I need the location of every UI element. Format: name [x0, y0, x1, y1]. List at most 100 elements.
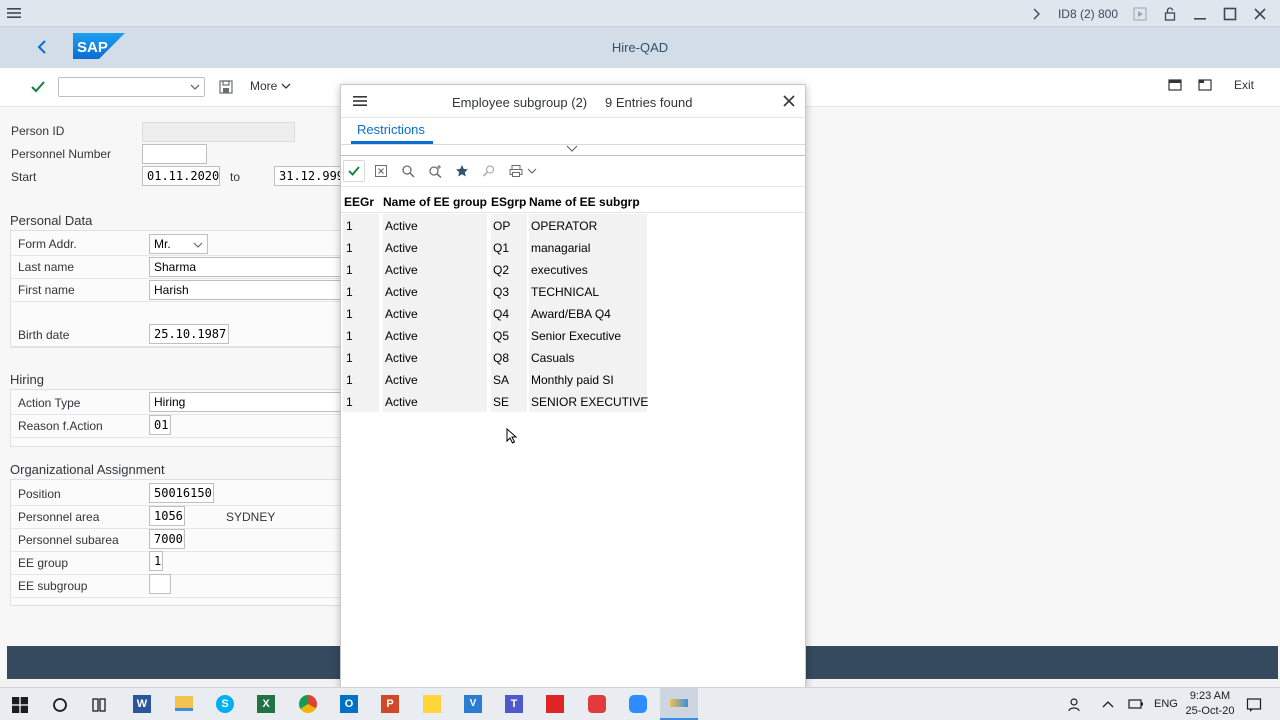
personnel-number-label: Personnel Number [11, 147, 112, 161]
cell-ee-subgrp-name: managarial [531, 241, 591, 255]
table-row[interactable]: 1 Active Q2 executives [341, 258, 805, 280]
maximize-icon[interactable] [1222, 6, 1238, 22]
hamburger-menu-icon[interactable] [353, 95, 367, 107]
unlock-icon[interactable] [1162, 6, 1178, 22]
acrobat-app-icon[interactable] [546, 695, 564, 713]
people-icon[interactable] [1068, 697, 1084, 713]
command-field[interactable] [58, 77, 205, 97]
notifications-icon[interactable] [1246, 697, 1262, 713]
close-window-icon[interactable] [1252, 6, 1268, 22]
personnel-area-label: Personnel area [18, 510, 100, 524]
battery-icon[interactable] [1128, 698, 1144, 710]
last-name-field[interactable]: Sharma [149, 257, 340, 277]
more-button[interactable]: More [250, 79, 291, 93]
reason-row: Reason f.Action [10, 415, 340, 438]
outlook-app-icon[interactable]: O [340, 695, 358, 713]
language-indicator[interactable]: ENG [1154, 698, 1178, 710]
cell-eegr: 1 [346, 263, 353, 277]
clock-date[interactable]: 25-Oct-20 [1184, 705, 1236, 717]
play-icon[interactable] [1132, 6, 1148, 22]
visio-app-icon[interactable]: V [464, 695, 482, 713]
column-header-esgrp[interactable]: ESgrp [491, 195, 526, 209]
column-header-ee-group-name[interactable]: Name of EE group [383, 195, 487, 209]
birth-date-field[interactable]: 25.10.1987 [149, 324, 229, 344]
ee-subgroup-field[interactable] [149, 574, 171, 594]
find-next-icon[interactable] [478, 160, 500, 182]
favorites-star-icon[interactable] [451, 160, 473, 182]
personal-data-title: Personal Data [10, 213, 93, 228]
chevron-down-icon[interactable] [566, 145, 578, 153]
cortana-search-icon[interactable] [52, 697, 68, 713]
cell-ee-group-name: Active [385, 307, 418, 321]
ee-group-field[interactable]: 1 [149, 551, 163, 571]
exit-button[interactable]: Exit [1234, 78, 1254, 92]
search-more-icon[interactable] [424, 160, 446, 182]
dialog-toolbar [341, 156, 805, 187]
zoom-app-icon[interactable] [629, 695, 647, 713]
personnel-area-field[interactable]: 1056 [149, 506, 185, 526]
skype-app-icon[interactable]: S [216, 695, 234, 713]
close-icon[interactable] [783, 95, 795, 107]
cell-esgrp: OP [493, 219, 511, 233]
cell-ee-group-name: Active [385, 395, 418, 409]
end-date-field[interactable]: 31.12.999 [274, 166, 340, 186]
customize-layout-icon[interactable] [1198, 78, 1212, 92]
personnel-number-field[interactable] [142, 144, 207, 164]
excel-app-icon[interactable]: X [257, 695, 275, 713]
new-window-icon[interactable] [1168, 78, 1182, 92]
teams-app-icon[interactable]: T [505, 695, 523, 713]
table-row[interactable]: 1 Active Q1 managarial [341, 236, 805, 258]
confirm-check-icon[interactable] [343, 160, 365, 182]
table-row[interactable]: 1 Active SE SENIOR EXECUTIVE [341, 390, 805, 412]
table-row[interactable]: 1 Active Q8 Casuals [341, 346, 805, 368]
column-header-eegr[interactable]: EEGr [344, 195, 380, 209]
table-header: EEGr Name of EE group ESgrp Name of EE s… [341, 191, 805, 213]
airtel-app-icon[interactable] [588, 695, 606, 713]
table-row[interactable]: 1 Active OP OPERATOR [341, 214, 805, 236]
chevron-down-icon [281, 83, 291, 89]
powerpoint-app-icon[interactable]: P [381, 695, 399, 713]
start-date-field[interactable]: 01.11.2020 [142, 166, 220, 186]
chrome-app-icon[interactable] [299, 695, 317, 713]
cell-ee-group-name: Active [385, 263, 418, 277]
search-icon[interactable] [397, 160, 419, 182]
minimize-icon[interactable] [1192, 6, 1208, 22]
ee-subgroup-row: EE subgroup [10, 575, 340, 598]
action-type-field[interactable]: Hiring [149, 392, 340, 412]
dialog-title: Employee subgroup (2) [452, 95, 588, 110]
save-icon[interactable] [218, 79, 234, 95]
cell-ee-subgrp-name: TECHNICAL [531, 285, 600, 299]
chevron-right-icon[interactable] [1028, 6, 1044, 22]
word-app-icon[interactable]: W [133, 695, 151, 713]
reason-field[interactable]: 01 [149, 415, 171, 435]
cell-eegr: 1 [346, 219, 353, 233]
form-addr-select[interactable]: Mr. [149, 234, 208, 254]
cell-eegr: 1 [346, 307, 353, 321]
file-explorer-icon[interactable] [175, 696, 193, 711]
enter-check-icon[interactable] [30, 79, 46, 95]
column-header-ee-subgrp-name[interactable]: Name of EE subgrp [529, 195, 640, 209]
clock-time[interactable]: 9:23 AM [1188, 690, 1232, 702]
windows-start-icon[interactable] [12, 697, 28, 713]
first-name-field[interactable]: Harish [149, 280, 340, 300]
cell-eegr: 1 [346, 351, 353, 365]
table-row[interactable]: 1 Active Q4 Award/EBA Q4 [341, 302, 805, 324]
table-row[interactable]: 1 Active Q5 Senior Executive [341, 324, 805, 346]
cancel-x-icon[interactable] [370, 160, 392, 182]
sticky-notes-icon[interactable] [423, 695, 441, 713]
chevron-down-icon[interactable] [189, 81, 201, 93]
table-row[interactable]: 1 Active SA Monthly paid SI [341, 368, 805, 390]
task-view-icon[interactable] [91, 697, 107, 713]
birth-date-label: Birth date [18, 328, 70, 342]
chevron-up-icon[interactable] [1102, 699, 1114, 709]
hamburger-menu-icon[interactable] [6, 6, 22, 20]
sap-gui-taskbar-button[interactable] [660, 688, 698, 720]
windows-taskbar: W S X O P V T ENG 9:23 AM 25-Oct-20 [0, 687, 1280, 720]
position-field[interactable]: 50016150 [149, 483, 214, 503]
personnel-subarea-field[interactable]: 7000 [149, 529, 185, 549]
table-row[interactable]: 1 Active Q3 TECHNICAL [341, 280, 805, 302]
cell-eegr: 1 [346, 241, 353, 255]
print-icon[interactable] [505, 160, 527, 182]
tab-restrictions[interactable]: Restrictions [357, 122, 425, 137]
chevron-down-icon[interactable] [526, 160, 538, 182]
